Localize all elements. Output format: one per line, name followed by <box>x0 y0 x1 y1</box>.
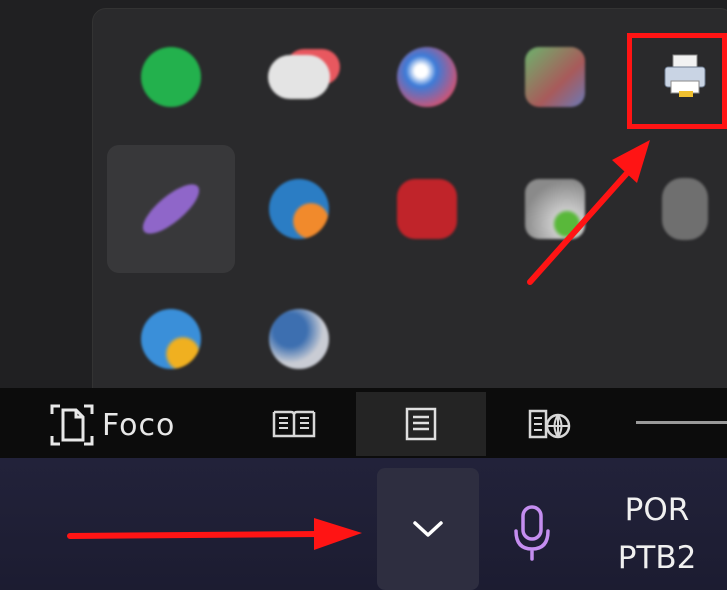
annotation-arrows <box>67 140 650 550</box>
arrow-to-printer-icon <box>527 140 650 285</box>
arrow-to-chevron-button <box>67 518 362 550</box>
